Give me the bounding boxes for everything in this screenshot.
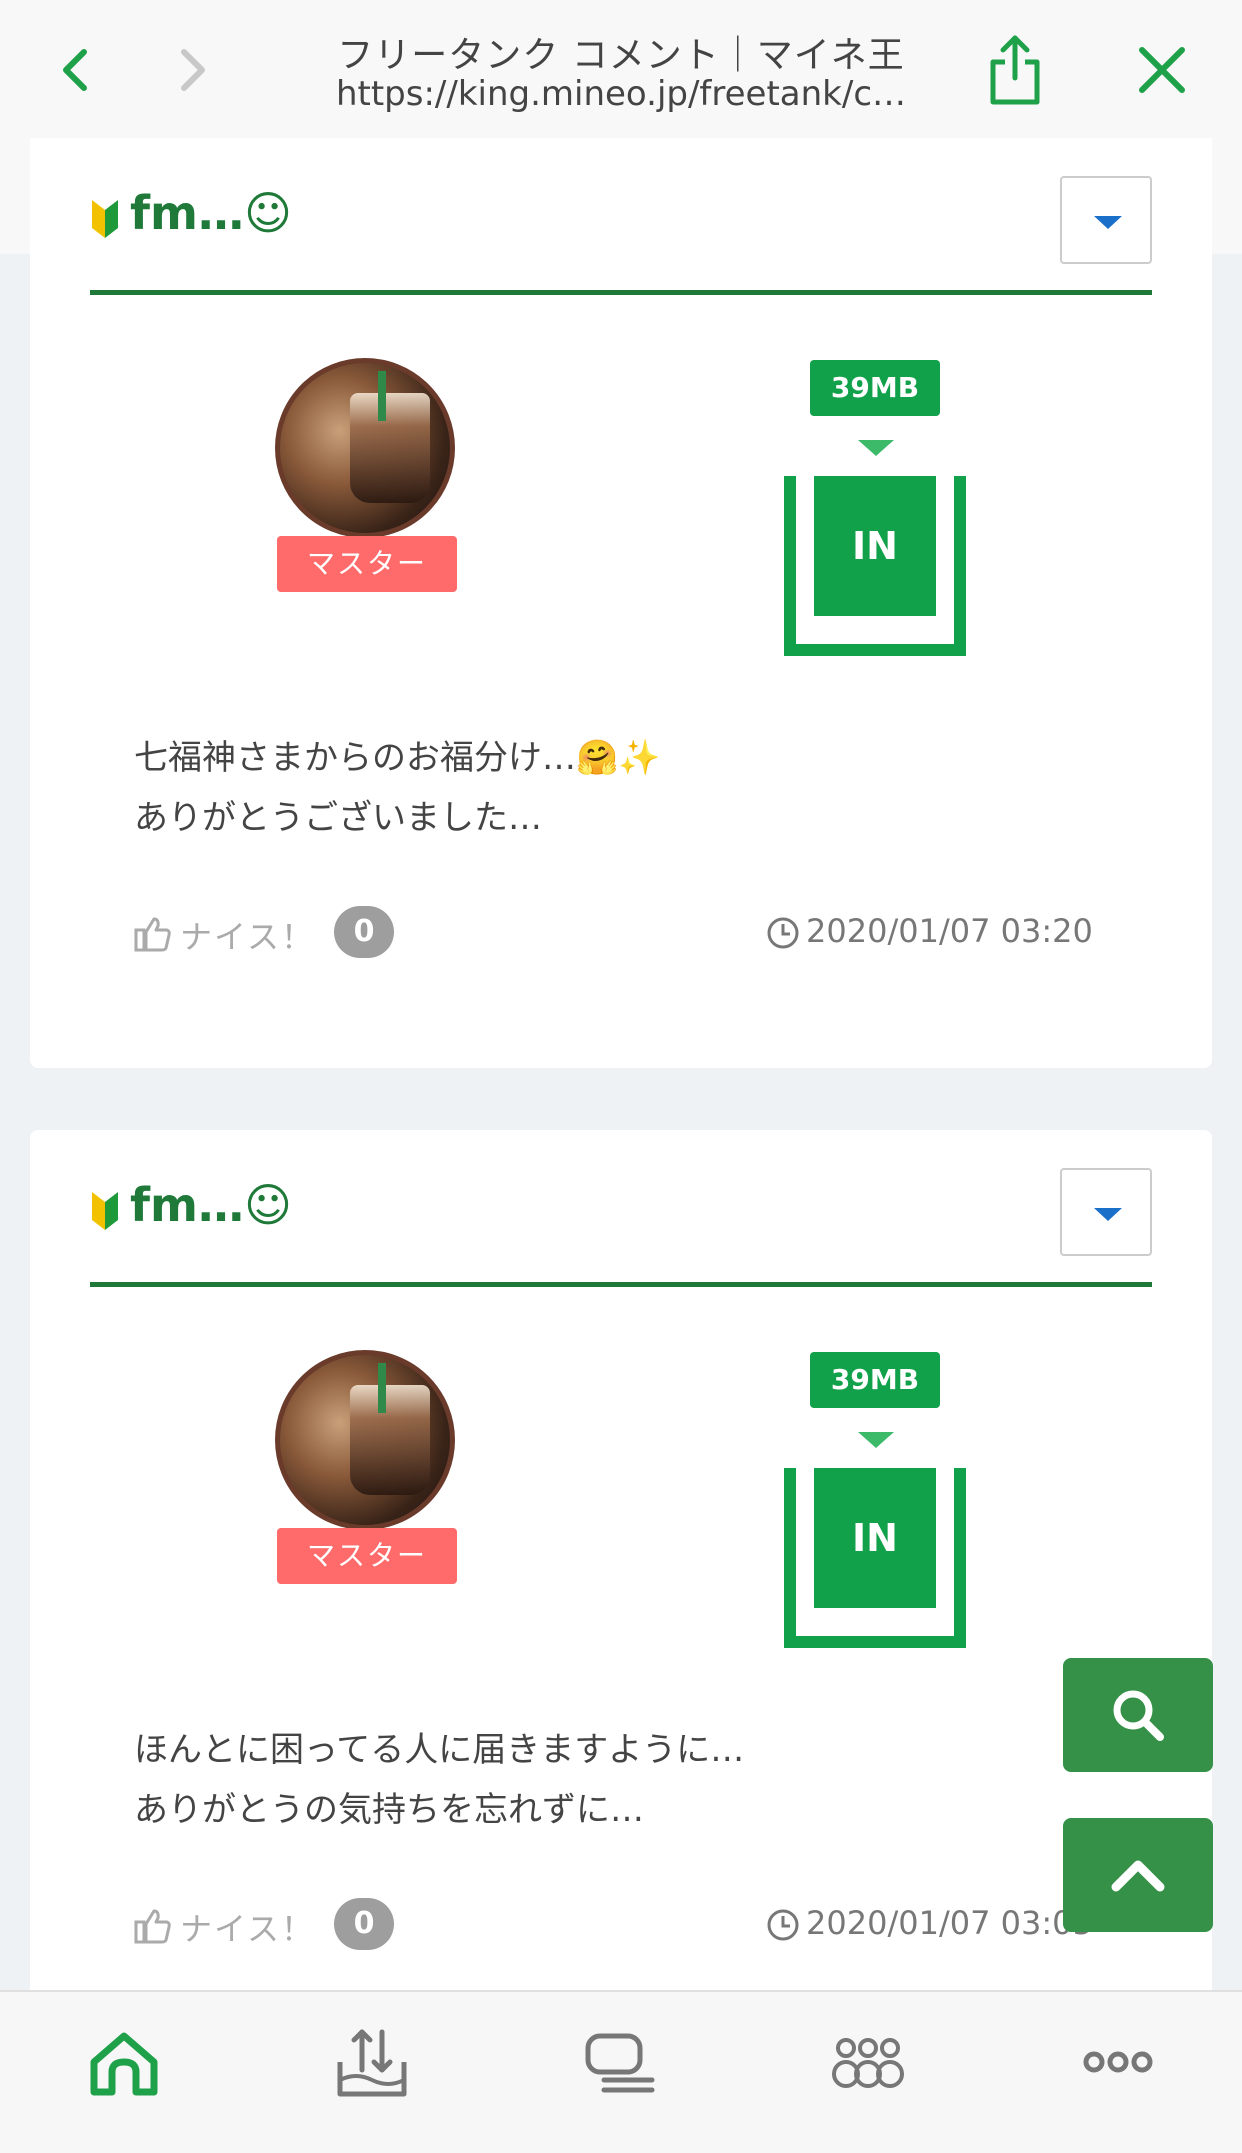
caret-down-icon bbox=[1094, 216, 1122, 229]
scroll-to-top-button[interactable] bbox=[1063, 1818, 1213, 1932]
page-title: フリータンク コメント｜マイネ王 bbox=[337, 35, 905, 76]
share-icon bbox=[990, 35, 1040, 105]
avatar[interactable] bbox=[275, 358, 455, 538]
avatar[interactable] bbox=[275, 1350, 455, 1530]
amount-badge: 39MB bbox=[810, 1352, 940, 1408]
share-button[interactable] bbox=[985, 32, 1045, 108]
close-button[interactable] bbox=[1130, 38, 1194, 102]
tank-direction: IN bbox=[814, 476, 936, 616]
chevron-right-icon bbox=[181, 49, 205, 91]
header-divider bbox=[90, 290, 1152, 295]
tab-chat[interactable] bbox=[580, 2022, 660, 2102]
back-button[interactable] bbox=[44, 38, 108, 102]
thumbs-up-icon bbox=[134, 1909, 171, 1944]
thumbs-up-icon bbox=[134, 917, 171, 952]
tank-direction: IN bbox=[814, 1468, 936, 1608]
comment-text: ほんとに困ってる人に届きますように… ありがとうの気持ちを忘れずに… bbox=[134, 1730, 745, 1830]
beginner-mark-icon bbox=[92, 1192, 118, 1230]
close-icon bbox=[1139, 47, 1185, 93]
more-icon bbox=[1083, 2051, 1153, 2073]
nice-label: ナイス！ bbox=[180, 1910, 316, 1948]
nice-label: ナイス！ bbox=[180, 918, 316, 956]
tab-tank[interactable] bbox=[332, 2022, 412, 2102]
caret-down-icon bbox=[1094, 1208, 1122, 1221]
username[interactable]: fm…☺ bbox=[130, 1178, 292, 1232]
chevron-up-icon bbox=[1111, 1860, 1165, 1892]
bottom-tab-bar bbox=[0, 1990, 1242, 2153]
username[interactable]: fm…☺ bbox=[130, 186, 292, 240]
tab-home[interactable] bbox=[84, 2022, 164, 2102]
comment-card: fm…☺ マスター 39MB IN ほんとに困ってる人に届きますように… ありが… bbox=[30, 1130, 1212, 2030]
tab-community[interactable] bbox=[828, 2022, 908, 2102]
amount-badge: 39MB bbox=[810, 360, 940, 416]
comment-menu-button[interactable] bbox=[1060, 1168, 1152, 1256]
search-icon bbox=[1113, 1690, 1164, 1741]
tank-icon: IN bbox=[784, 1468, 966, 1648]
rank-badge: マスター bbox=[277, 1528, 457, 1584]
nice-count: 0 bbox=[334, 1898, 394, 1950]
clock-icon bbox=[767, 917, 799, 949]
arrow-down-icon bbox=[858, 1432, 894, 1448]
comment-menu-button[interactable] bbox=[1060, 176, 1152, 264]
tank-icon: IN bbox=[784, 476, 966, 656]
tank-icon bbox=[337, 2029, 407, 2097]
comment-card: fm…☺ マスター 39MB IN 七福神さまからのお福分け…🤗✨ ありがとうご… bbox=[30, 138, 1212, 1068]
beginner-mark-icon bbox=[92, 200, 118, 238]
browser-toolbar: フリータンク コメント｜マイネ王 https://king.mineo.jp/f… bbox=[0, 0, 1242, 138]
chat-icon bbox=[585, 2033, 655, 2093]
community-icon bbox=[832, 2038, 904, 2088]
forward-button[interactable] bbox=[160, 38, 224, 102]
arrow-down-icon bbox=[858, 440, 894, 456]
home-icon bbox=[90, 2032, 158, 2096]
header-divider bbox=[90, 1282, 1152, 1287]
tab-more[interactable] bbox=[1078, 2022, 1158, 2102]
clock-icon bbox=[767, 1909, 799, 1941]
rank-badge: マスター bbox=[277, 536, 457, 592]
comment-text: 七福神さまからのお福分け…🤗✨ ありがとうございました… bbox=[134, 738, 661, 838]
chevron-left-icon bbox=[63, 49, 87, 91]
page-url: https://king.mineo.jp/freetank/c… bbox=[335, 74, 907, 114]
search-button[interactable] bbox=[1063, 1658, 1213, 1772]
nice-count: 0 bbox=[334, 906, 394, 958]
